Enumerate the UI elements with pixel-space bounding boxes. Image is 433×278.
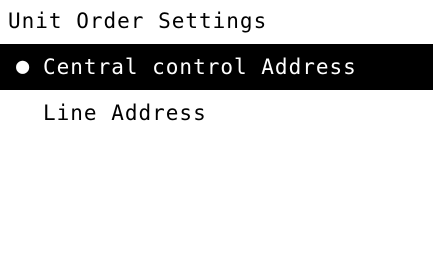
menu-item-label: Line Address: [43, 101, 207, 125]
selected-bullet-icon: ●: [16, 54, 31, 79]
settings-screen: Unit Order Settings ● Central control Ad…: [0, 0, 433, 278]
settings-menu: ● Central control Address Line Address: [0, 44, 433, 136]
screen-title: Unit Order Settings: [8, 9, 268, 33]
menu-item-central-control-address[interactable]: ● Central control Address: [0, 44, 433, 90]
menu-item-label: Central control Address: [43, 55, 357, 79]
menu-item-line-address[interactable]: Line Address: [0, 90, 433, 136]
